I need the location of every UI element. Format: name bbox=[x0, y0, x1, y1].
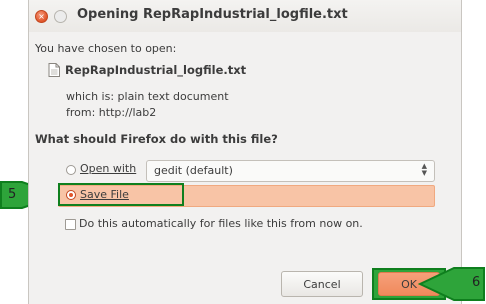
save-file-radio[interactable] bbox=[66, 190, 76, 200]
download-dialog: × Opening RepRapIndustrial_logfile.txt Y… bbox=[28, 0, 462, 304]
file-icon bbox=[48, 63, 60, 77]
minimize-window-button[interactable] bbox=[54, 10, 67, 23]
close-window-button[interactable]: × bbox=[35, 10, 48, 23]
open-with-radio[interactable] bbox=[66, 165, 76, 175]
open-with-label[interactable]: Open with bbox=[80, 162, 136, 175]
file-name: RepRapIndustrial_logfile.txt bbox=[65, 63, 247, 77]
title-bar: × Opening RepRapIndustrial_logfile.txt bbox=[29, 0, 461, 32]
auto-action-label[interactable]: Do this automatically for files like thi… bbox=[79, 217, 363, 230]
file-source: from: http://lab2 bbox=[66, 106, 157, 119]
intro-text: You have chosen to open: bbox=[35, 42, 177, 55]
open-with-app-value: gedit (default) bbox=[154, 164, 233, 177]
step-6-number: 6 bbox=[472, 275, 481, 290]
open-with-text: Open with bbox=[80, 162, 137, 175]
open-with-app-select[interactable]: gedit (default) ▲ ▼ bbox=[146, 160, 435, 182]
auto-action-checkbox[interactable] bbox=[65, 219, 76, 230]
close-icon: × bbox=[38, 12, 45, 21]
spinner-icon: ▲ ▼ bbox=[421, 162, 427, 177]
action-question: What should Firefox do with this file? bbox=[35, 132, 278, 146]
save-file-label[interactable]: Save File bbox=[80, 188, 129, 201]
window-title: Opening RepRapIndustrial_logfile.txt bbox=[77, 7, 348, 22]
step-5-number: 5 bbox=[8, 187, 17, 202]
file-type: which is: plain text document bbox=[66, 90, 229, 103]
cancel-button[interactable]: Cancel bbox=[281, 271, 363, 297]
